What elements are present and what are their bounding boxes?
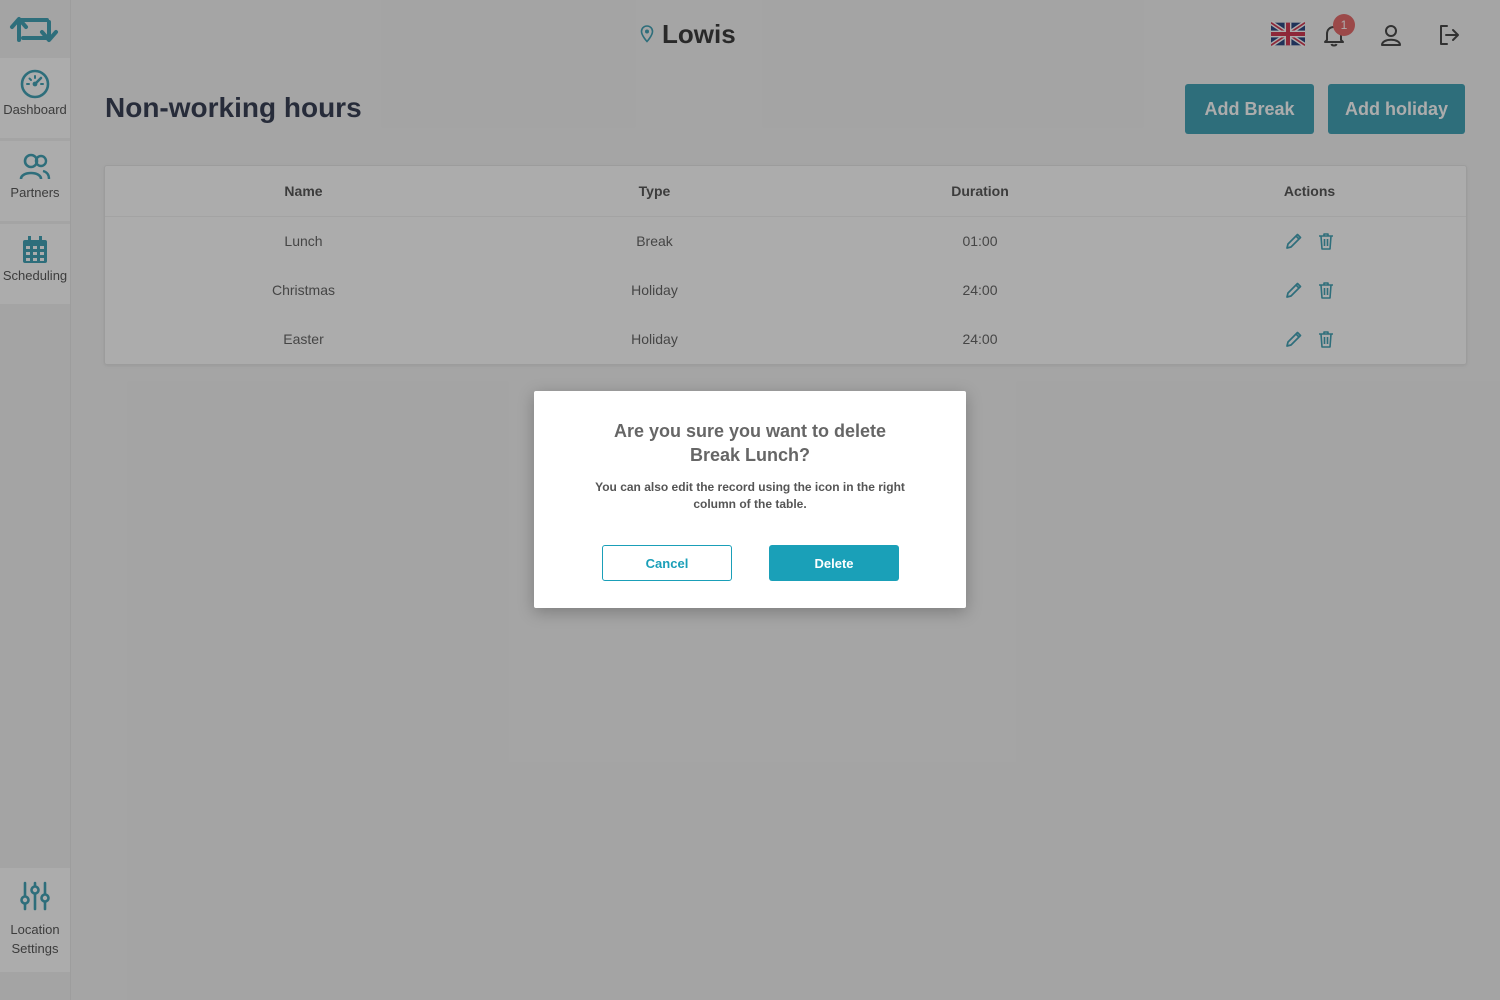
delete-confirm-dialog: Are you sure you want to delete Break Lu… xyxy=(534,391,966,608)
dialog-title: Are you sure you want to delete Break Lu… xyxy=(613,421,887,465)
dialog-message: You can also edit the record using the i… xyxy=(595,480,905,511)
cancel-button[interactable]: Cancel xyxy=(602,545,732,581)
delete-button[interactable]: Delete xyxy=(769,545,899,581)
